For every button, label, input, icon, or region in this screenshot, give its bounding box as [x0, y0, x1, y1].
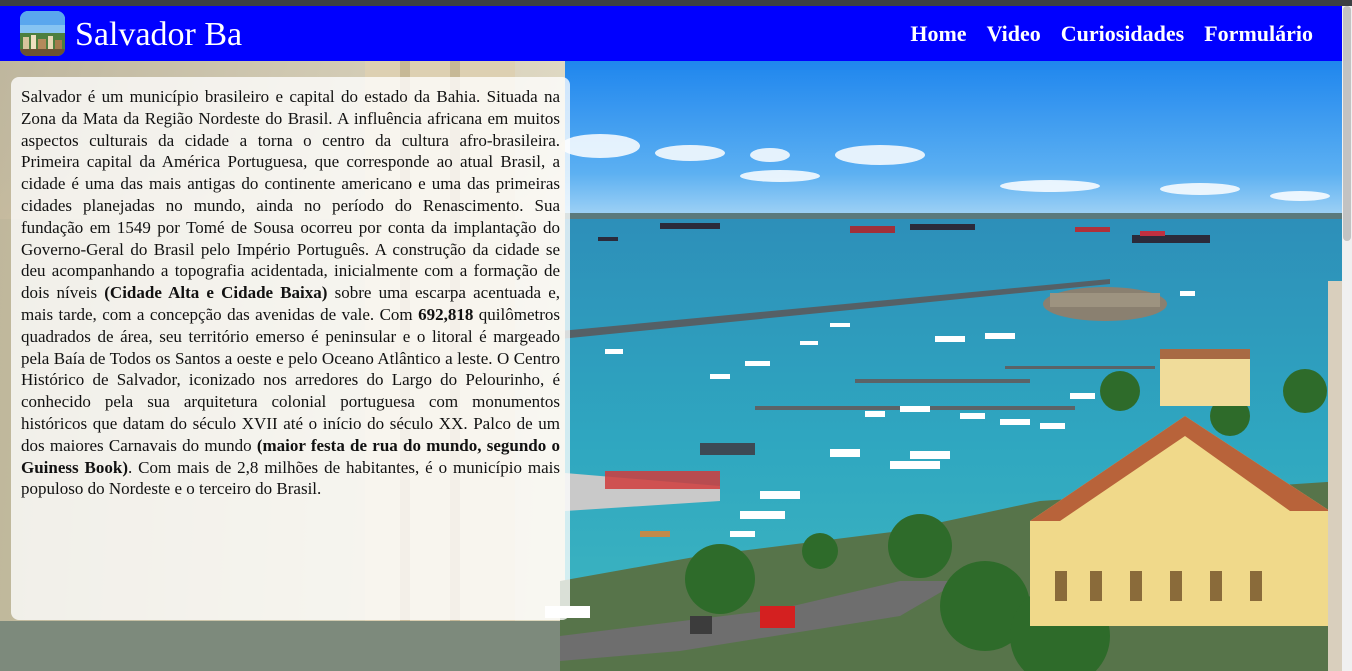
nav-formulario[interactable]: Formulário	[1204, 20, 1313, 48]
nav-home[interactable]: Home	[910, 20, 966, 48]
main-nav: Home Video Curiosidades Formulário	[910, 20, 1313, 48]
intro-text-1: Salvador é um município brasileiro e cap…	[21, 87, 560, 303]
city-photo-thumbnail-icon[interactable]	[20, 11, 65, 56]
nav-video[interactable]: Video	[987, 20, 1041, 48]
intro-bold-1: (Cidade Alta e Cidade Baixa)	[104, 283, 328, 303]
scrollbar-thumb[interactable]	[1343, 6, 1351, 241]
page-scrollbar[interactable]	[1342, 6, 1352, 671]
intro-bold-2: 692,818	[418, 304, 474, 324]
navbar: Salvador Ba Home Video Curiosidades Form…	[0, 6, 1342, 61]
logo-graphic	[20, 11, 65, 56]
intro-text-3: quilômetros quadrados de área, seu terri…	[21, 304, 560, 455]
intro-text-box: Salvador é um município brasileiro e cap…	[11, 77, 570, 620]
site-title: Salvador Ba	[75, 16, 243, 53]
intro-paragraph: Salvador é um município brasileiro e cap…	[21, 86, 560, 500]
nav-curiosidades[interactable]: Curiosidades	[1061, 20, 1184, 48]
